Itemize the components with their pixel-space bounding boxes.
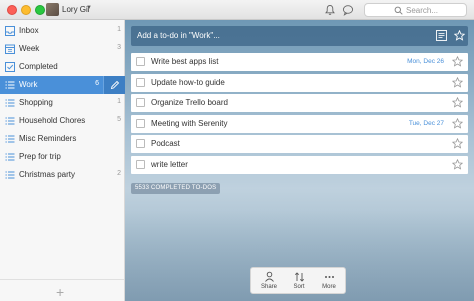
task-checkbox[interactable] [136,78,145,87]
task-title[interactable]: Write best apps list [151,57,218,66]
add-list-button[interactable]: + [56,284,64,300]
chevron-down-icon[interactable]: ▼ [86,5,92,11]
task-checkbox[interactable] [136,98,145,107]
more-dots-icon [325,276,334,278]
list-icon [5,117,15,125]
task-due-date: Tue, Dec 27 [408,120,444,127]
task-checkbox[interactable] [136,119,145,128]
sidebar-item-count: 5 [117,116,121,123]
sidebar-item-label: Christmas party [19,170,76,179]
sidebar-item-label: Household Chores [19,116,86,125]
search-input[interactable]: Search... [364,3,467,17]
sort-icon [294,272,305,282]
sidebar-item-count: 1 [117,98,121,105]
minimize-window-button[interactable] [21,5,31,15]
sidebar-item-christmas-party[interactable]: Christmas party 2 [0,166,125,184]
sidebar-item-label: Prep for trip [19,152,61,161]
bottom-toolbar: Share Sort More [250,267,346,294]
search-icon [394,6,403,15]
divider [0,279,124,280]
star-icon[interactable] [452,159,463,170]
share-button[interactable]: Share [254,270,284,293]
star-icon[interactable] [452,77,463,88]
close-window-button[interactable] [7,5,17,15]
list-icon [5,171,15,179]
task-checkbox[interactable] [136,57,145,66]
sidebar-item-label: Completed [19,62,58,71]
list-icon [5,135,15,143]
zoom-window-button[interactable] [35,5,45,15]
sidebar-item-label: Inbox [19,26,39,35]
pencil-icon [110,80,120,90]
chat-bubble-icon[interactable] [342,4,354,16]
add-todo-placeholder: Add a to-do in "Work"... [137,31,220,40]
sidebar-item-completed[interactable]: Completed [0,58,125,76]
list-icon [5,81,15,89]
star-icon[interactable] [452,118,463,129]
sidebar-item-work[interactable]: Work 6 [0,76,125,94]
sort-button[interactable]: Sort [284,270,314,293]
task-checkbox[interactable] [136,139,145,148]
sidebar-item-count: 3 [117,44,121,51]
sidebar-item-label: Shopping [19,98,53,107]
more-label: More [322,284,336,290]
sidebar-item-inbox[interactable]: Inbox 1 [0,22,125,40]
star-icon[interactable] [452,138,463,149]
task-row[interactable]: Update how-to guide [131,74,468,92]
add-todo-input[interactable]: Add a to-do in "Work"... [131,26,468,46]
show-completed-button[interactable]: 5533 COMPLETED TO-DOS [131,183,221,194]
inbox-icon [5,26,15,36]
sidebar-item-week[interactable]: Week 3 [0,40,125,58]
task-row[interactable]: Organize Trello board [131,94,468,112]
edit-list-button[interactable] [103,76,125,94]
avatar[interactable] [46,3,59,16]
list-icon [5,153,15,161]
star-icon[interactable] [452,97,463,108]
task-due-date: Mon, Dec 26 [407,58,444,65]
task-row[interactable]: Write best apps list Mon, Dec 26 [131,53,468,71]
sidebar-item-count: 6 [95,80,99,87]
task-checkbox[interactable] [136,160,145,169]
sidebar-item-count: 1 [117,26,121,33]
list-icon [5,99,15,107]
sidebar-item-household-chores[interactable]: Household Chores 5 [0,112,125,130]
task-title[interactable]: Meeting with Serenity [151,119,227,128]
task-title[interactable]: Update how-to guide [151,78,225,87]
task-row[interactable]: write letter [131,156,468,174]
title-bar: Lory Gil ▼ Search... [0,0,474,20]
task-row[interactable]: Meeting with Serenity Tue, Dec 27 [131,115,468,133]
sort-label: Sort [293,284,305,290]
checkbox-icon [5,62,15,72]
task-row[interactable]: Podcast [131,135,468,153]
share-people-icon [265,271,274,282]
task-title[interactable]: write letter [151,160,188,169]
star-icon[interactable] [452,56,463,67]
sidebar-item-label: Work [19,80,38,89]
sidebar-item-shopping[interactable]: Shopping 1 [0,94,125,112]
more-button[interactable]: More [314,270,344,293]
task-list-panel: Add a to-do in "Work"... Write best apps… [125,20,474,301]
sidebar-item-label: Week [19,44,40,53]
share-label: Share [260,284,277,290]
calendar-icon [5,44,15,54]
star-icon[interactable] [454,30,465,41]
sidebar-item-prep-for-trip[interactable]: Prep for trip [0,148,125,166]
sidebar-item-misc-reminders[interactable]: Misc Reminders [0,130,125,148]
sidebar-item-label: Misc Reminders [19,134,77,143]
sidebar-item-count: 2 [117,170,121,177]
search-placeholder: Search... [406,6,439,15]
list-view-icon[interactable] [436,30,447,41]
task-title[interactable]: Podcast [151,139,180,148]
sidebar: Inbox 1 Week 3 Completed Work 6 Shopping… [0,20,125,301]
bell-icon[interactable] [324,4,336,16]
task-title[interactable]: Organize Trello board [151,98,228,107]
